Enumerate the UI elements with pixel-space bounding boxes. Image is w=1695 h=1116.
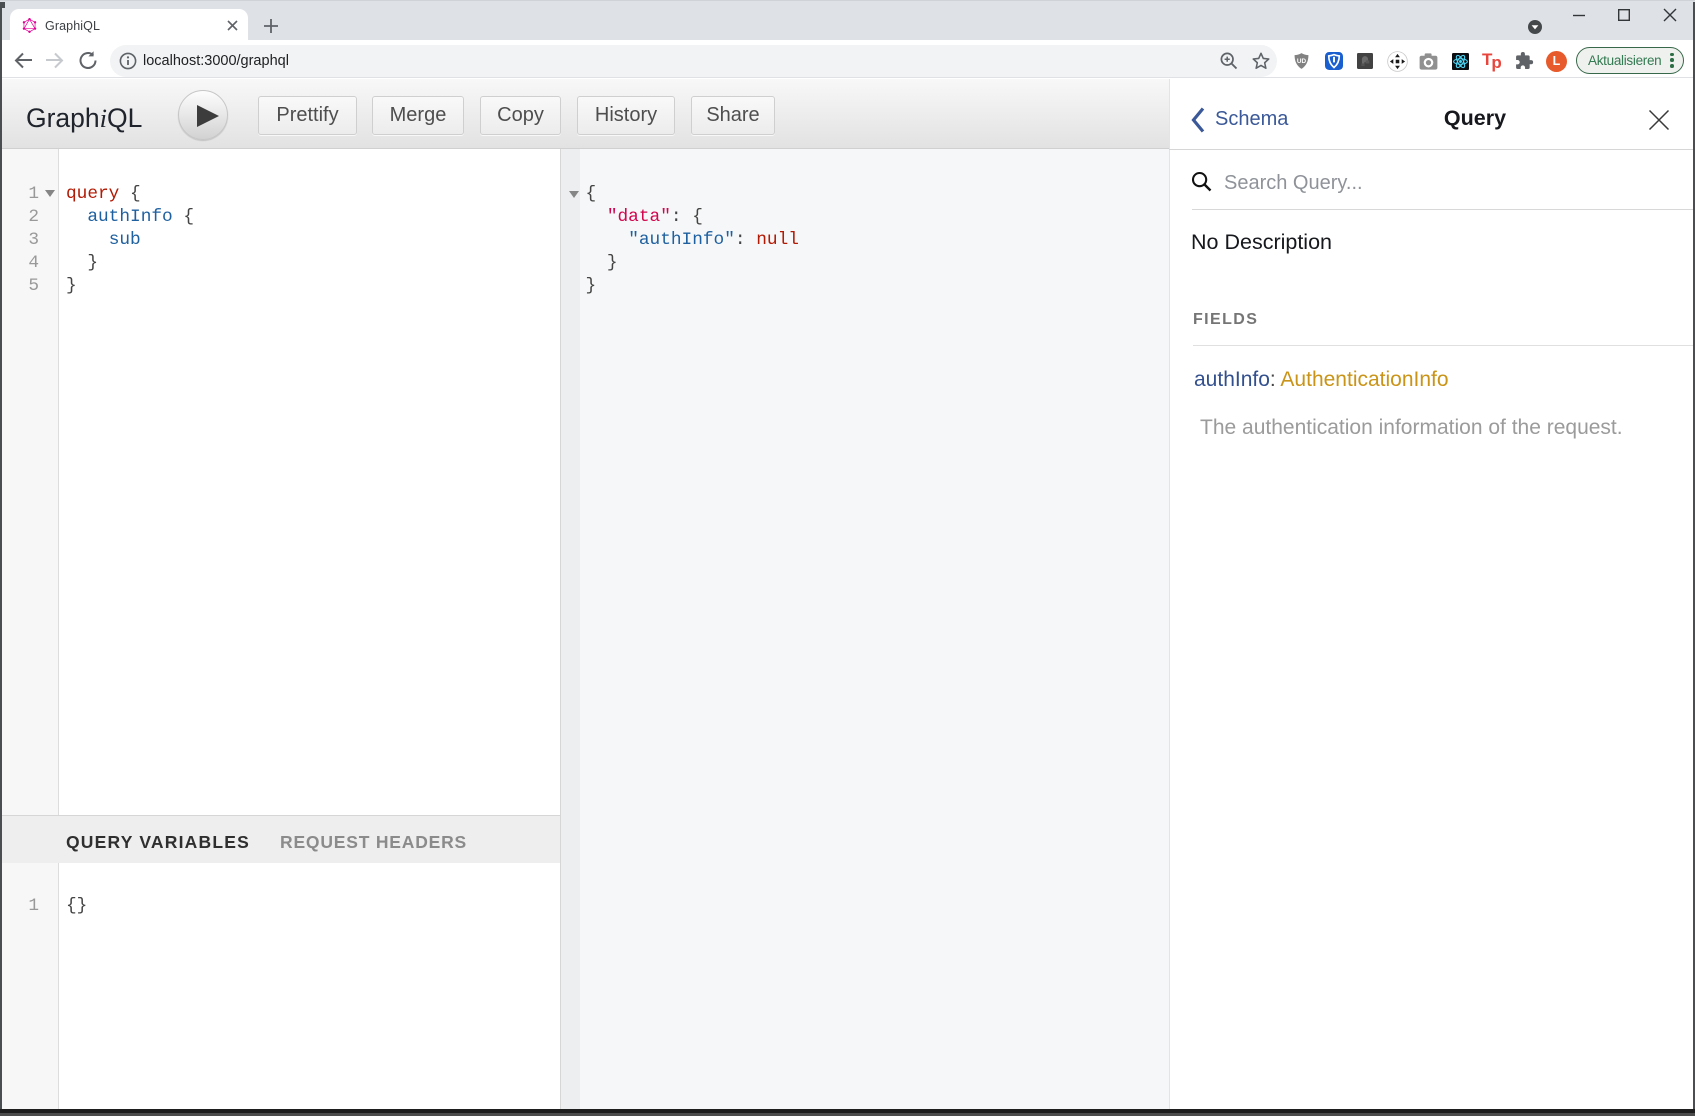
- svg-text:UD: UD: [1297, 58, 1307, 65]
